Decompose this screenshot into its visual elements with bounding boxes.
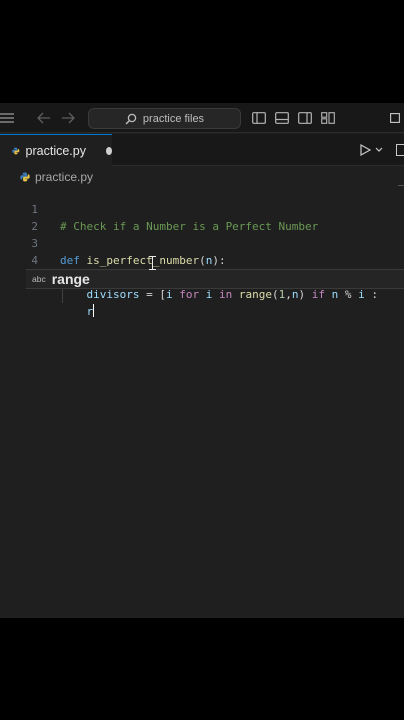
editor-window: practice files practice.py practice.py 1… bbox=[0, 103, 404, 618]
mouse-ibeam-cursor-icon bbox=[149, 256, 156, 270]
arrow-right-icon[interactable] bbox=[60, 103, 76, 133]
suggestion-kind-label: abc bbox=[32, 274, 46, 284]
code-line[interactable]: 2 bbox=[0, 201, 404, 233]
text-cursor bbox=[93, 304, 95, 317]
unsaved-dot-icon[interactable] bbox=[105, 146, 112, 155]
toggle-secondary-sidebar-icon[interactable] bbox=[298, 112, 312, 124]
command-center-search[interactable]: practice files bbox=[88, 108, 241, 129]
play-icon bbox=[360, 144, 371, 156]
python-file-icon bbox=[12, 147, 20, 154]
toggle-panel-icon[interactable] bbox=[275, 112, 289, 124]
code-line-current[interactable]: 5 r bbox=[0, 252, 404, 318]
layout-controls bbox=[252, 103, 335, 133]
code-line[interactable]: 4 divisors = [i for i in range(1,n) if n… bbox=[0, 235, 404, 301]
title-bar: practice files bbox=[0, 103, 404, 133]
breadcrumb-file[interactable]: practice.py bbox=[35, 170, 93, 184]
search-icon bbox=[125, 113, 137, 124]
code-line[interactable]: 3 def is_perfect_number(n): bbox=[0, 218, 404, 267]
suggestion-widget: abc range bbox=[26, 269, 404, 289]
menu-icon[interactable] bbox=[0, 103, 14, 133]
tab-practice-py[interactable]: practice.py bbox=[0, 134, 112, 166]
customize-layout-icon[interactable] bbox=[321, 112, 335, 124]
command-center-label: practice files bbox=[142, 112, 205, 125]
chevron-down-icon[interactable] bbox=[375, 147, 383, 153]
tab-bar: practice.py bbox=[0, 134, 404, 166]
python-file-icon bbox=[20, 172, 30, 182]
arrow-left-icon[interactable] bbox=[36, 103, 52, 133]
suggestion-item-range[interactable]: range bbox=[52, 271, 90, 287]
code-line[interactable]: 1 # Check if a Number is a Perfect Numbe… bbox=[0, 184, 404, 233]
maximize-icon[interactable] bbox=[389, 103, 401, 133]
code-text: r bbox=[86, 304, 95, 318]
tab-label: practice.py bbox=[25, 143, 86, 158]
split-editor-icon[interactable] bbox=[396, 144, 404, 156]
run-python-button[interactable] bbox=[360, 134, 383, 166]
toggle-sidebar-icon[interactable] bbox=[252, 112, 266, 124]
